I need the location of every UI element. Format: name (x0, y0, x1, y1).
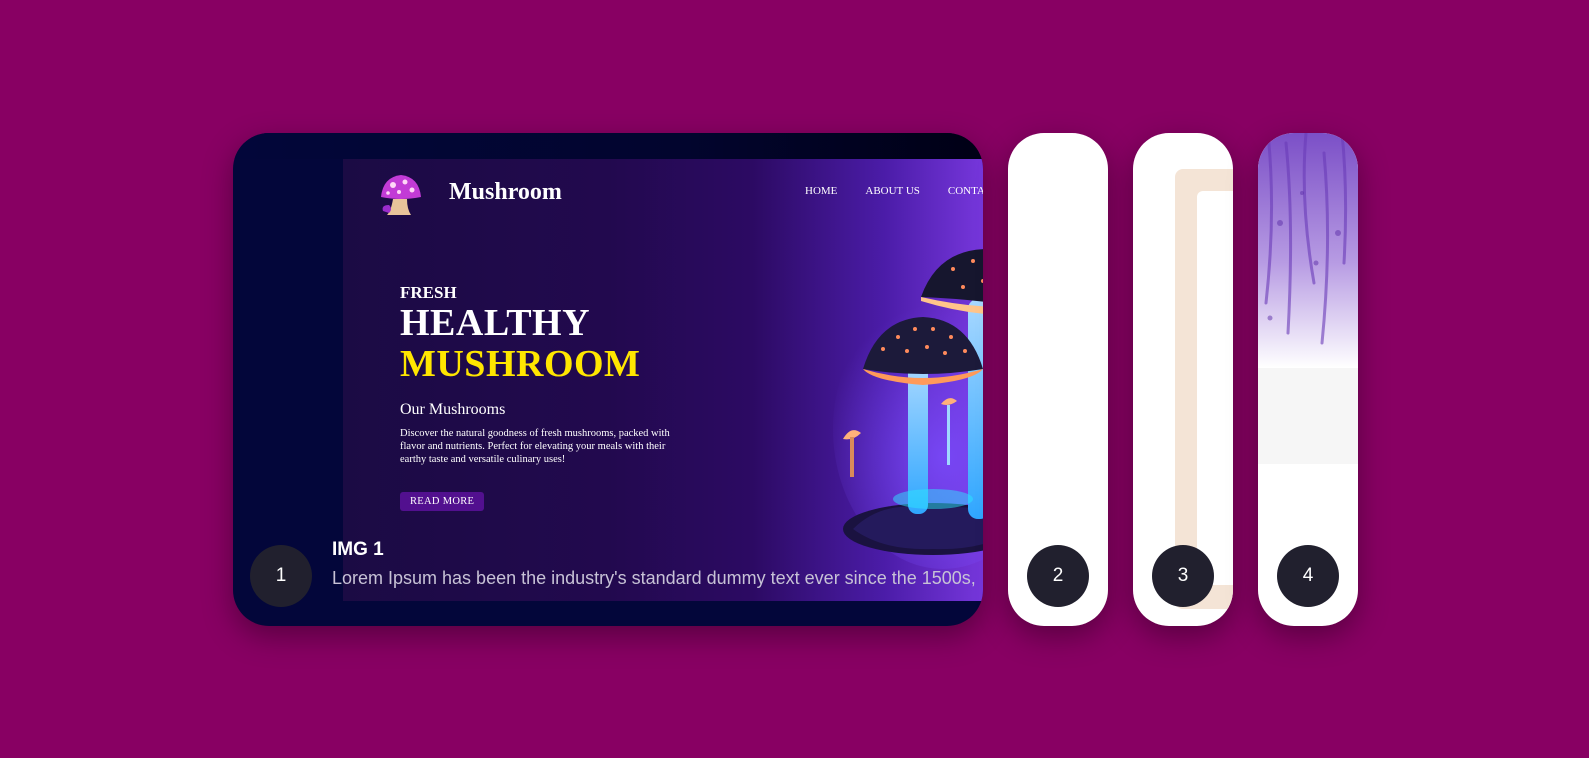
slide-description: Lorem Ipsum has been the industry's stan… (332, 568, 976, 588)
hero-description: Discover the natural goodness of fresh m… (400, 428, 670, 465)
hero-title-line1: HEALTHY (400, 302, 591, 344)
nav-about-us: ABOUT US (865, 185, 920, 197)
hero-title-line2: MUSHROOM (400, 343, 641, 385)
preview-top-edge (233, 133, 983, 159)
slide-number-badge: 4 (1277, 545, 1339, 607)
hero-subtitle: Our Mushrooms (400, 401, 506, 418)
mushroom-illustration (833, 249, 983, 569)
hero-kicker: FRESH (400, 283, 457, 302)
preview-nav: HOME ABOUT US CONTA (805, 185, 983, 197)
slide-card-2[interactable]: 2 (1008, 133, 1108, 626)
slide-card-3[interactable]: 3 (1133, 133, 1233, 626)
read-more-button: READ MORE (400, 492, 485, 511)
nav-contact: CONTA (947, 185, 983, 197)
slide-thumbnail-lower (1258, 368, 1358, 464)
slide-number-badge: 1 (250, 545, 312, 607)
slide-title: IMG 1 (332, 539, 384, 560)
slide-card-1[interactable]: Mushroom HOME ABOUT US CONTA FRESH HEALT… (233, 133, 983, 626)
slide-thumbnail-inner (1197, 191, 1233, 585)
website-preview: Mushroom HOME ABOUT US CONTA FRESH HEALT… (343, 159, 983, 601)
brand-name: Mushroom (449, 179, 562, 205)
slide-number-badge: 3 (1152, 545, 1214, 607)
mushroom-icon (381, 175, 421, 215)
nav-home: HOME (805, 185, 838, 197)
slide-card-4[interactable]: 4 (1258, 133, 1358, 626)
carousel: Mushroom HOME ABOUT US CONTA FRESH HEALT… (0, 0, 1589, 758)
slide-number-badge: 2 (1027, 545, 1089, 607)
